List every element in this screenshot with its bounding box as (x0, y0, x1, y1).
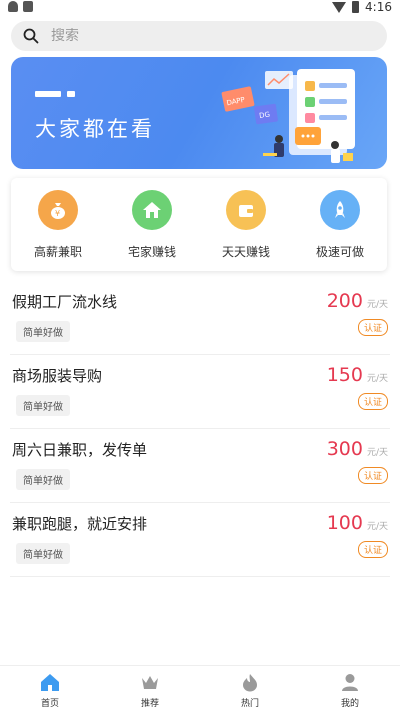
home-icon (41, 674, 59, 691)
job-title: 假期工厂流水线 (12, 293, 118, 311)
category-fast-start[interactable]: 极速可做 (300, 190, 380, 271)
money-bag-icon: ¥ (38, 190, 78, 230)
banner-tag-dg: DG (259, 110, 271, 119)
wifi-icon (332, 1, 347, 13)
job-item[interactable]: 兼职跑腿，就近安排 简单好做 100 元/天 认证 (10, 503, 390, 577)
category-daily-earn[interactable]: 天天赚钱 (206, 190, 286, 271)
category-panel: ¥ 高薪兼职 宅家赚钱 天天赚钱 极速可做 (11, 178, 387, 271)
banner-dash (67, 91, 75, 97)
search-icon (23, 28, 39, 44)
job-unit: 元/天 (366, 522, 388, 532)
job-item[interactable]: 假期工厂流水线 简单好做 200 元/天 认证 (10, 281, 390, 355)
category-label: 宅家赚钱 (127, 245, 176, 259)
bottom-tab-bar: 首页 推荐 热门 我的 (0, 665, 400, 710)
job-amount: 100 (326, 512, 363, 534)
certified-badge: 认证 (357, 319, 388, 336)
job-tag: 简单好做 (16, 395, 70, 416)
rocket-icon (320, 190, 360, 230)
battery-icon (352, 1, 360, 13)
certified-badge: 认证 (357, 393, 388, 410)
job-tag: 简单好做 (16, 469, 70, 490)
category-high-pay[interactable]: ¥ 高薪兼职 (18, 190, 98, 271)
status-time: 4:16 (365, 0, 392, 14)
job-amount: 200 (326, 290, 363, 312)
category-label: 极速可做 (315, 245, 364, 259)
job-price: 150 元/天 (327, 364, 388, 386)
tab-label: 我的 (340, 699, 359, 709)
banner-dash (35, 91, 61, 97)
job-unit: 元/天 (366, 448, 388, 458)
job-title: 兼职跑腿，就近安排 (12, 515, 148, 533)
job-item[interactable]: 周六日兼职，发传单 简单好做 300 元/天 认证 (10, 429, 390, 503)
tab-home[interactable]: 首页 (0, 666, 100, 710)
banner-illustration: DAPP DG (221, 69, 355, 163)
job-price: 200 元/天 (327, 290, 388, 312)
job-title: 周六日兼职，发传单 (12, 441, 148, 459)
search-bar[interactable] (11, 21, 387, 51)
job-tag: 简单好做 (16, 321, 70, 342)
crown-icon (142, 676, 158, 689)
job-item[interactable]: 商场服装导购 简单好做 150 元/天 认证 (10, 355, 390, 429)
wallet-icon (226, 190, 266, 230)
job-amount: 300 (326, 438, 363, 460)
job-price: 300 元/天 (327, 438, 388, 460)
notification-icon (8, 1, 18, 12)
svg-text:¥: ¥ (55, 209, 60, 218)
job-price: 100 元/天 (327, 512, 388, 534)
tab-mine[interactable]: 我的 (300, 666, 400, 710)
category-label: 高薪兼职 (33, 245, 82, 259)
job-tag: 简单好做 (16, 543, 70, 564)
home-icon (132, 190, 172, 230)
app-icon (23, 1, 33, 12)
tab-hot[interactable]: 热门 (200, 666, 300, 710)
category-label: 天天赚钱 (221, 245, 270, 259)
job-list: 假期工厂流水线 简单好做 200 元/天 认证 商场服装导购 简单好做 150 … (10, 281, 390, 577)
flame-icon (243, 674, 257, 692)
banner-title: 大家都在看 (35, 117, 155, 141)
certified-badge: 认证 (357, 541, 388, 558)
certified-badge: 认证 (357, 467, 388, 484)
user-icon (342, 674, 358, 691)
tab-label: 首页 (40, 699, 59, 709)
status-bar: 4:16 (0, 0, 400, 15)
job-title: 商场服装导购 (12, 367, 103, 385)
banner[interactable]: 大家都在看 DAPP DG (11, 57, 387, 169)
job-unit: 元/天 (366, 300, 388, 310)
job-unit: 元/天 (366, 374, 388, 384)
tab-recommend[interactable]: 推荐 (100, 666, 200, 710)
tab-label: 热门 (240, 699, 259, 709)
tab-label: 推荐 (140, 699, 159, 709)
search-input[interactable] (51, 28, 351, 44)
category-work-from-home[interactable]: 宅家赚钱 (112, 190, 192, 271)
job-amount: 150 (326, 364, 363, 386)
